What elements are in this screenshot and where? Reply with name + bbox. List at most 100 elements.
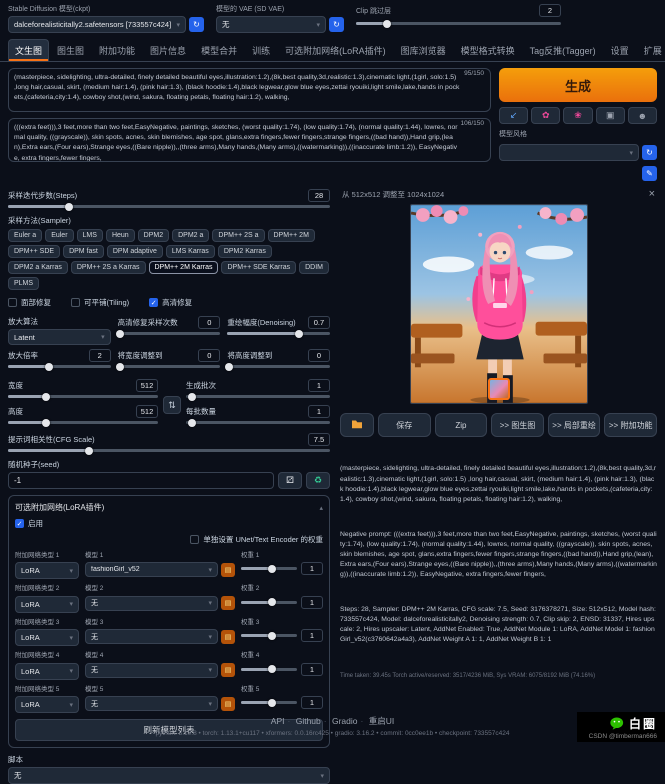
refresh-vae-button[interactable]: ↻ [329,17,344,32]
steps-slider[interactable] [8,205,330,208]
tab-extensions[interactable]: 扩展 [637,39,665,61]
width-slider[interactable] [8,395,158,398]
send-to-img2img-button[interactable]: >> 图生图 [491,413,544,437]
resize-width-slider[interactable] [118,365,221,368]
sampler-option[interactable]: DPM++ SDE [8,245,60,258]
lora-weight-slider[interactable] [241,567,297,570]
read-generation-params-button[interactable]: ↙ [499,107,528,124]
vae-select[interactable]: 无 ▾ [216,16,326,33]
resize-height-value[interactable]: 0 [308,349,330,362]
cfg-slider[interactable] [8,449,330,452]
generated-image[interactable] [410,204,588,404]
sampler-option[interactable]: Heun [106,229,135,242]
tab-checkpoint-merger[interactable]: 模型合并 [194,39,244,61]
zip-button[interactable]: Zip [435,413,488,437]
tab-tagger[interactable]: Tag反推(Tagger) [523,39,603,61]
lora-model-select[interactable]: fashionGirl_v52▾ [85,562,218,577]
prompt-input[interactable]: (masterpiece, sidelighting, ultra-detail… [8,68,491,112]
sampler-option[interactable]: DPM2 a [172,229,209,242]
hires-steps-slider[interactable] [118,332,221,335]
denoising-slider[interactable] [227,332,330,335]
lora-model-select[interactable]: 无▾ [85,696,218,711]
cfg-value[interactable]: 7.5 [308,433,330,446]
lora-type-select[interactable]: LoRA▾ [15,596,79,613]
sampler-option[interactable]: DPM2 Karras [218,245,272,258]
height-value[interactable]: 512 [136,405,158,418]
sampler-option[interactable]: DDIM [299,261,329,274]
tab-extras[interactable]: 附加功能 [92,39,142,61]
height-slider[interactable] [8,421,158,424]
resize-height-slider[interactable] [227,365,330,368]
lora-model-info-button[interactable]: ▤ [221,663,235,677]
gradio-link[interactable]: Gradio [332,716,358,726]
sampler-option[interactable]: LMS [77,229,103,242]
sampler-option[interactable]: DPM2 [138,229,169,242]
sampler-option[interactable]: DPM adaptive [107,245,163,258]
sampler-option-selected[interactable]: DPM++ 2M Karras [149,261,219,274]
sampler-option[interactable]: DPM fast [63,245,104,258]
width-value[interactable]: 512 [136,379,158,392]
reuse-seed-button[interactable]: ♻ [306,472,330,489]
tab-additional-networks[interactable]: 可选附加网络(LoRA插件) [278,39,393,61]
lora-type-select[interactable]: LoRA▾ [15,629,79,646]
send-to-inpaint-button[interactable]: >> 局部重绘 [548,413,601,437]
sampler-option[interactable]: DPM++ 2M [268,229,315,242]
resize-width-value[interactable]: 0 [198,349,220,362]
lora-model-info-button[interactable]: ▤ [221,596,235,610]
lora-model-select[interactable]: 无▾ [85,629,218,644]
sampler-option[interactable]: LMS Karras [166,245,215,258]
save-style-button[interactable]: ▣ [596,107,625,124]
lora-weight-value[interactable]: 1 [301,663,323,676]
palette-button[interactable]: ❀ [563,107,592,124]
sampler-option[interactable]: DPM2 a Karras [8,261,68,274]
api-link[interactable]: API [271,716,285,726]
batch-count-slider[interactable] [186,395,330,398]
lora-model-info-button[interactable]: ▤ [221,630,235,644]
style-extra-button[interactable]: ✎ [642,166,657,181]
tab-settings[interactable]: 设置 [604,39,636,61]
clip-skip-slider[interactable] [356,22,561,25]
upscaler-select[interactable]: Latent ▾ [8,329,111,345]
open-folder-button[interactable] [340,413,374,437]
send-to-extras-button[interactable]: >> 附加功能 [604,413,657,437]
lora-weight-slider[interactable] [241,601,297,604]
sampler-option[interactable]: PLMS [8,277,39,290]
generate-button[interactable]: 生成 [499,68,657,102]
gallery-thumbnail[interactable] [488,378,510,400]
github-link[interactable]: Github [296,716,321,726]
lora-weight-slider[interactable] [241,634,297,637]
lora-type-select[interactable]: LoRA▾ [15,663,79,680]
tab-png-info[interactable]: 图片信息 [143,39,193,61]
profile-button[interactable]: ☻ [628,107,657,124]
sampler-option[interactable]: DPM++ 2S a [212,229,264,242]
batch-size-slider[interactable] [186,421,330,424]
lora-type-select[interactable]: LoRA▾ [15,696,79,713]
chevron-up-icon[interactable]: ▴ [319,504,323,512]
lora-model-info-button[interactable]: ▤ [221,563,235,577]
tab-model-converter[interactable]: 模型格式转换 [454,39,522,61]
lora-type-select[interactable]: LoRA▾ [15,562,79,579]
save-button[interactable]: 保存 [378,413,431,437]
steps-value[interactable]: 28 [308,189,330,202]
sampler-option[interactable]: Euler [45,229,73,242]
upscale-by-slider[interactable] [8,365,111,368]
lora-weight-slider[interactable] [241,701,297,704]
swap-dimensions-button[interactable]: ⇅ [163,396,181,414]
tab-image-browser[interactable]: 图库浏览器 [394,39,453,61]
apply-style-button[interactable]: ✿ [531,107,560,124]
lora-separate-weights-checkbox[interactable]: 单独设置 UNet/Text Encoder 的权重 [15,534,323,545]
lora-weight-value[interactable]: 1 [301,596,323,609]
random-seed-button[interactable]: ⚂ [278,472,302,489]
tab-txt2img[interactable]: 文生图 [8,39,49,61]
sampler-option[interactable]: DPM++ 2S a Karras [71,261,146,274]
tiling-checkbox[interactable]: 可平铺(Tiling) [71,297,129,308]
hires-fix-checkbox[interactable]: ✓ 高清修复 [149,297,192,308]
checkpoint-select[interactable]: dalceforealisticitally2.safetensors [733… [8,16,186,33]
reload-ui-link[interactable]: 重启UI [369,716,395,726]
refresh-styles-button[interactable]: ↻ [642,145,657,160]
lora-weight-value[interactable]: 1 [301,562,323,575]
lora-weight-value[interactable]: 1 [301,696,323,709]
batch-size-value[interactable]: 1 [308,405,330,418]
lora-enable-checkbox[interactable]: ✓ 启用 [15,518,323,529]
script-select[interactable]: 无 ▾ [8,767,330,784]
